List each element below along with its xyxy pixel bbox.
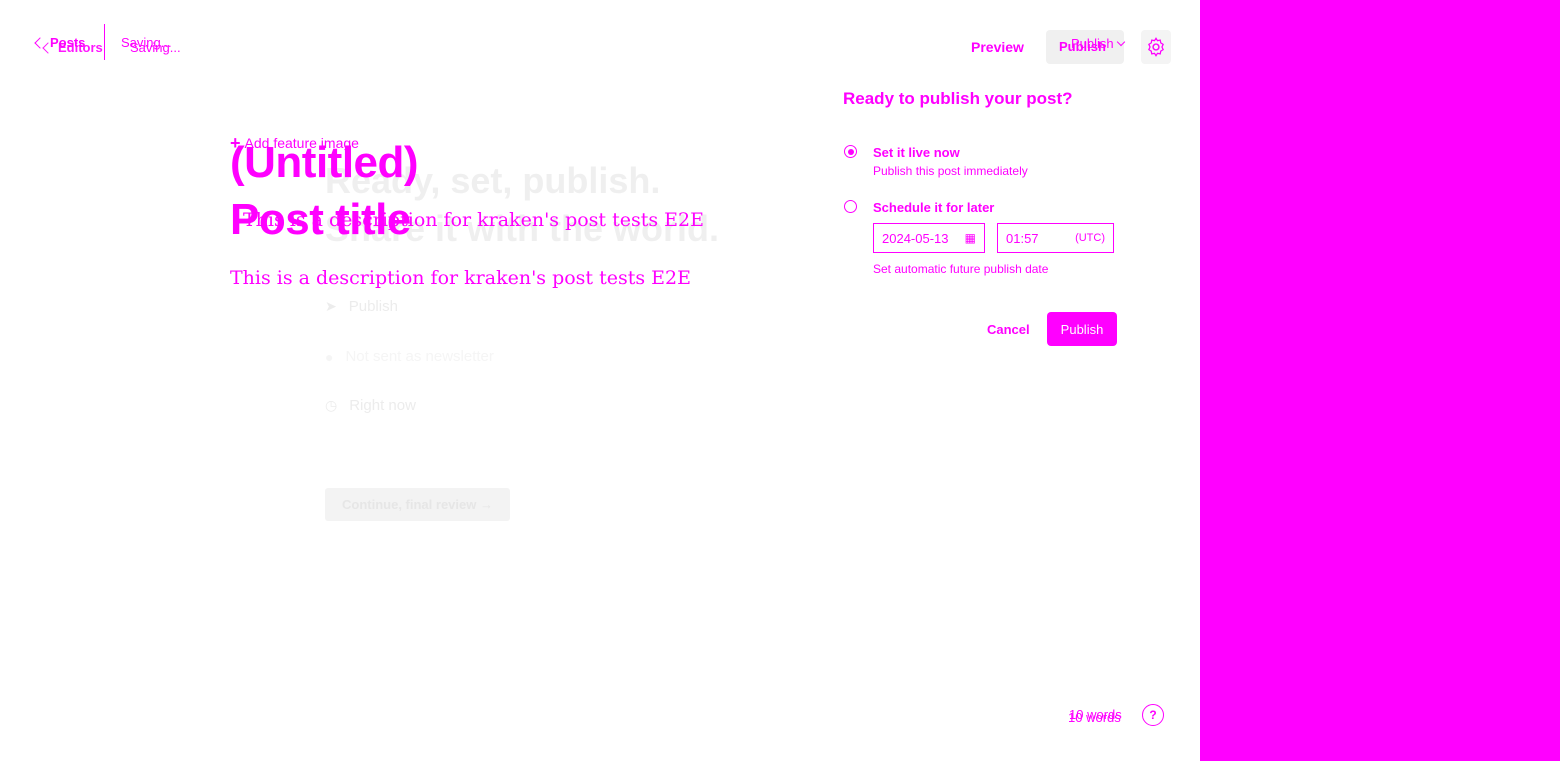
publish-dropdown[interactable]: Publish <box>1071 36 1125 51</box>
save-status-ghost: Saving... <box>130 40 181 55</box>
send-icon: ➤ <box>325 298 337 314</box>
date-value: 2024-05-13 <box>882 230 949 246</box>
settings-button[interactable] <box>1141 30 1171 64</box>
help-icon: ? <box>1149 708 1157 722</box>
chevron-left-icon <box>42 41 54 54</box>
publish-flow-row-time-label: Right now <box>349 397 416 414</box>
clock-icon: ◷ <box>325 397 338 413</box>
post-excerpt-ghost: This is a description for kraken's post … <box>243 209 704 231</box>
time-input[interactable]: 01:57 (UTC) <box>997 223 1114 253</box>
option-now-subtitle: Publish this post immediately <box>873 164 1028 178</box>
date-input[interactable]: 2024-05-13 ▦ <box>873 223 985 253</box>
back-link-ghost: Editors <box>42 40 103 55</box>
timezone-label: (UTC) <box>1075 232 1105 244</box>
chevron-down-icon <box>1116 37 1125 47</box>
radio-selected-dot <box>847 148 854 155</box>
calendar-icon: ▦ <box>964 231 976 245</box>
publish-flow-row-newsletter-label: Not sent as newsletter <box>345 348 494 365</box>
publish-dropdown-label: Publish <box>1071 36 1114 51</box>
continue-final-review-button: Continue, final review → <box>325 488 510 521</box>
help-button[interactable]: ? <box>1142 704 1164 726</box>
publish-panel-title: Ready to publish your post? <box>843 89 1073 108</box>
publish-flow-row-newsletter: ● Not sent as newsletter <box>325 348 494 365</box>
time-value: 01:57 <box>1006 230 1039 246</box>
publish-flow-row-publish-label: Publish <box>348 298 398 315</box>
publish-flow-row-time: ◷ Right now <box>325 397 416 414</box>
gear-icon <box>1148 37 1164 57</box>
schedule-hint: Set automatic future publish date <box>873 262 1049 276</box>
option-now-title[interactable]: Set it live now <box>873 145 960 160</box>
header-divider <box>104 24 105 60</box>
user-icon: ● <box>325 348 334 365</box>
post-excerpt[interactable]: This is a description for kraken's post … <box>230 267 691 289</box>
back-label-ghost: Editors <box>58 40 103 55</box>
post-title-untitled[interactable]: (Untitled) <box>230 141 419 185</box>
radio-publish-now[interactable] <box>844 145 857 158</box>
cancel-button[interactable]: Cancel <box>987 322 1030 337</box>
publish-button[interactable]: Publish <box>1047 312 1117 346</box>
publish-flow-row-publish: ➤ Publish <box>325 298 398 315</box>
word-count-ghost: 10 words <box>1068 710 1121 725</box>
option-later-title[interactable]: Schedule it for later <box>873 200 994 215</box>
radio-schedule-later[interactable] <box>844 200 857 213</box>
right-side-panel <box>1200 0 1560 761</box>
preview-button[interactable]: Preview <box>971 39 1024 55</box>
